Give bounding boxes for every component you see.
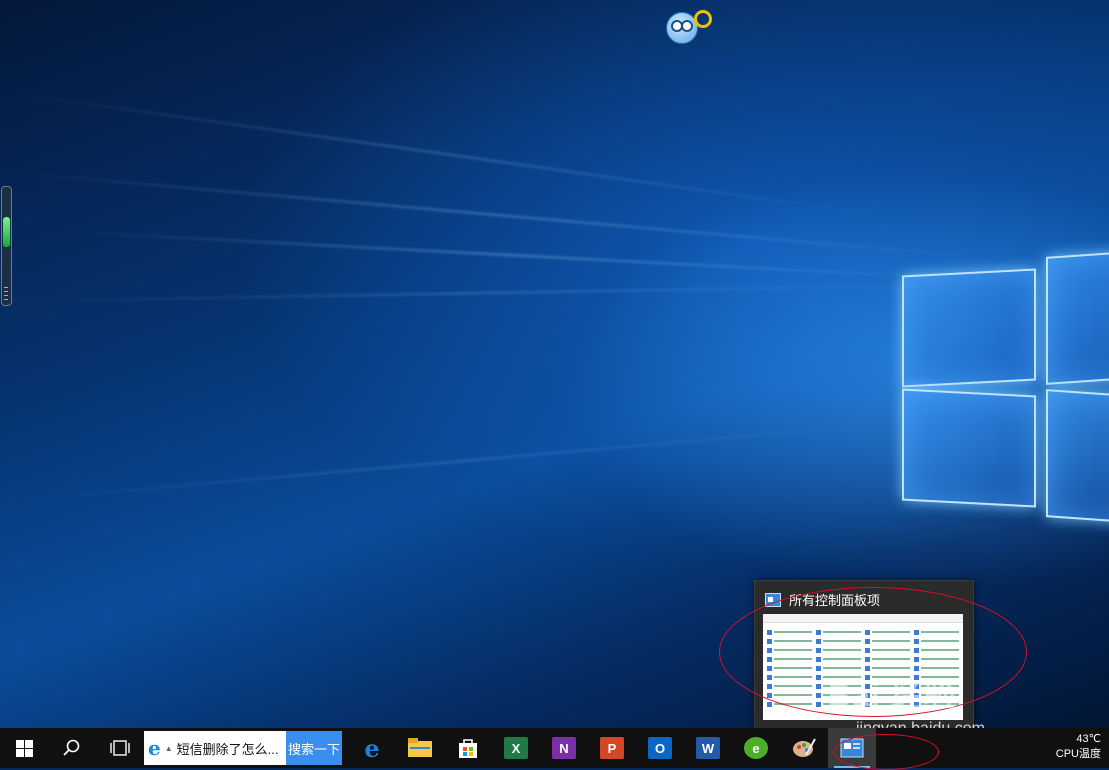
task-view-icon [110, 740, 130, 756]
taskbar-app-refresh-app[interactable]: e [732, 728, 780, 768]
taskbar-app-outlook[interactable]: O [636, 728, 684, 768]
gauge-fill [3, 217, 10, 247]
excel-icon: X [504, 737, 528, 759]
taskbar-app-excel[interactable]: X [492, 728, 540, 768]
cpu-temperature-widget[interactable]: 43℃ CPU温度 [1056, 732, 1101, 762]
performance-gauge[interactable] [1, 186, 12, 306]
taskbar-app-edge[interactable]: e [348, 728, 396, 768]
edge-icon: e [364, 733, 380, 763]
annotation-ellipse [833, 734, 939, 770]
taskbar-app-file-explorer[interactable] [396, 728, 444, 768]
taskbar-app-onenote[interactable]: N [540, 728, 588, 768]
cpu-temperature-value: 43℃ [1076, 733, 1101, 745]
onenote-icon: N [552, 737, 576, 759]
powerpoint-icon: P [600, 737, 624, 759]
refresh-app-icon: e [744, 737, 768, 759]
search-button[interactable] [48, 728, 96, 768]
taskbar: e ▲ 短信删除了怎么... 搜索一下 e X N P O We 43℃ CPU温度 [0, 728, 1109, 768]
baidu-search-widget: e ▲ 短信删除了怎么... 搜索一下 [144, 731, 342, 765]
watermark-url: jingyan.baidu.com [856, 720, 985, 728]
taskbar-app-paint[interactable] [780, 728, 828, 768]
task-view-button[interactable] [96, 728, 144, 768]
store-icon [456, 737, 480, 759]
watermark-logo: Bai 经验 [828, 677, 957, 713]
desktop: 所有控制面板项 Bai 经验 jingyan.baidu.com [0, 0, 1109, 728]
ie-icon: e [148, 736, 161, 760]
taskbar-app-store[interactable] [444, 728, 492, 768]
mascot-widget-icon[interactable] [666, 8, 712, 44]
search-go-button[interactable]: 搜索一下 [286, 731, 342, 765]
taskbar-app-word[interactable]: W [684, 728, 732, 768]
search-query-text: 短信删除了怎么... [176, 741, 279, 757]
cpu-temperature-label: CPU温度 [1055, 748, 1101, 760]
baidu-search-input[interactable]: e ▲ 短信删除了怎么... [144, 731, 286, 765]
dropdown-arrow-icon[interactable]: ▲ [165, 744, 173, 753]
paint-icon [792, 737, 816, 759]
watermark: Bai 经验 jingyan.baidu.com [828, 670, 985, 728]
taskbar-app-powerpoint[interactable]: P [588, 728, 636, 768]
windows-logo-icon [15, 739, 33, 757]
search-icon [63, 739, 80, 756]
start-button[interactable] [0, 728, 48, 768]
file-explorer-icon [408, 737, 432, 759]
outlook-icon: O [648, 737, 672, 759]
word-icon: W [696, 737, 720, 759]
